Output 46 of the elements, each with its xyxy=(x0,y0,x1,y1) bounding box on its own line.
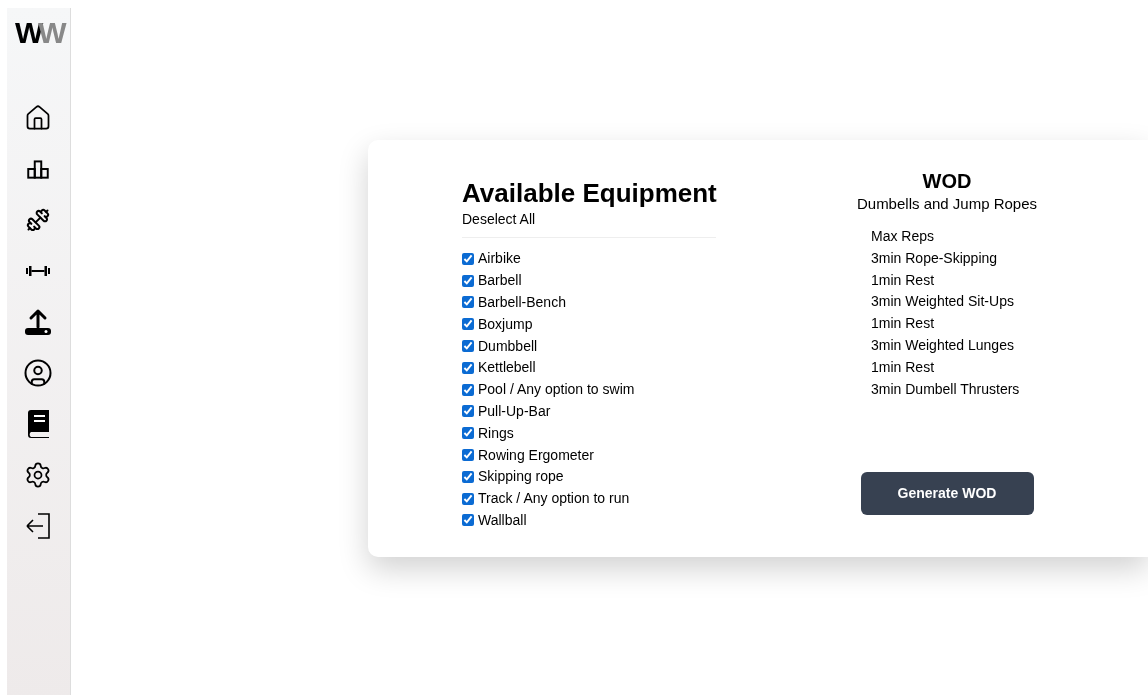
logo[interactable]: WW xyxy=(15,18,62,48)
equipment-label: Kettlebell xyxy=(478,358,536,378)
equipment-label: Skipping rope xyxy=(478,467,564,487)
wod-step: 1min Rest xyxy=(871,269,1020,292)
equipment-label: Dumbbell xyxy=(478,336,538,356)
equipment-checkbox[interactable] xyxy=(462,427,474,440)
wod-step: 3min Weighted Lunges xyxy=(871,335,1020,357)
book-icon xyxy=(25,408,52,439)
user-icon xyxy=(23,357,54,388)
generate-wod-button[interactable]: Generate WOD xyxy=(860,472,1034,516)
equipment-checkbox[interactable] xyxy=(462,383,474,396)
equipment-label: Wallball xyxy=(478,510,527,530)
equipment-label: Boxjump xyxy=(478,314,533,334)
wod-subtitle: Dumbells and Jump Ropes xyxy=(856,194,1038,214)
equipment-title: Available Equipment xyxy=(462,177,716,209)
equipment-checkbox[interactable] xyxy=(462,361,474,374)
equipment-label: Barbell xyxy=(478,271,522,291)
equipment-checkbox[interactable] xyxy=(462,470,474,483)
equipment-checkbox[interactable] xyxy=(462,449,474,462)
wod-step: 1min Rest xyxy=(871,356,1020,379)
equipment-label: Airbike xyxy=(478,249,521,269)
dumbbell-icon xyxy=(26,207,51,232)
equipment-checkbox[interactable] xyxy=(462,274,474,287)
equipment-checkbox[interactable] xyxy=(462,514,474,527)
equipment-checkbox[interactable] xyxy=(462,318,474,331)
equipment-label: Rings xyxy=(478,423,514,443)
wod-step: 3min Dumbell Thrusters xyxy=(871,378,1020,401)
equipment-checkbox[interactable] xyxy=(462,296,474,309)
equipment-label: Barbell-Bench xyxy=(478,293,566,312)
equipment-checkbox[interactable] xyxy=(462,492,474,505)
equipment-label: Rowing Ergometer xyxy=(478,445,594,465)
equipment-label: Pull-Up-Bar xyxy=(478,401,551,421)
equipment-checkbox[interactable] xyxy=(462,405,474,418)
equipment-checkbox[interactable] xyxy=(462,252,474,265)
logout-icon xyxy=(24,511,53,540)
wod-title: WOD xyxy=(922,169,972,194)
deselect-all-link[interactable]: Deselect All xyxy=(462,209,536,229)
wod-step: 3min Rope-Skipping xyxy=(871,247,1020,270)
upload-icon xyxy=(24,307,53,336)
wod-step: 3min Weighted Sit-Ups xyxy=(871,291,1020,314)
equipment-label: Pool / Any option to swim xyxy=(478,380,635,400)
barbell-icon xyxy=(25,263,52,278)
equipment-checkbox[interactable] xyxy=(462,340,474,353)
wod-step: 1min Rest xyxy=(871,313,1020,335)
wod-step: Max Reps xyxy=(871,226,1020,248)
equipment-label: Track / Any option to run xyxy=(478,489,630,509)
